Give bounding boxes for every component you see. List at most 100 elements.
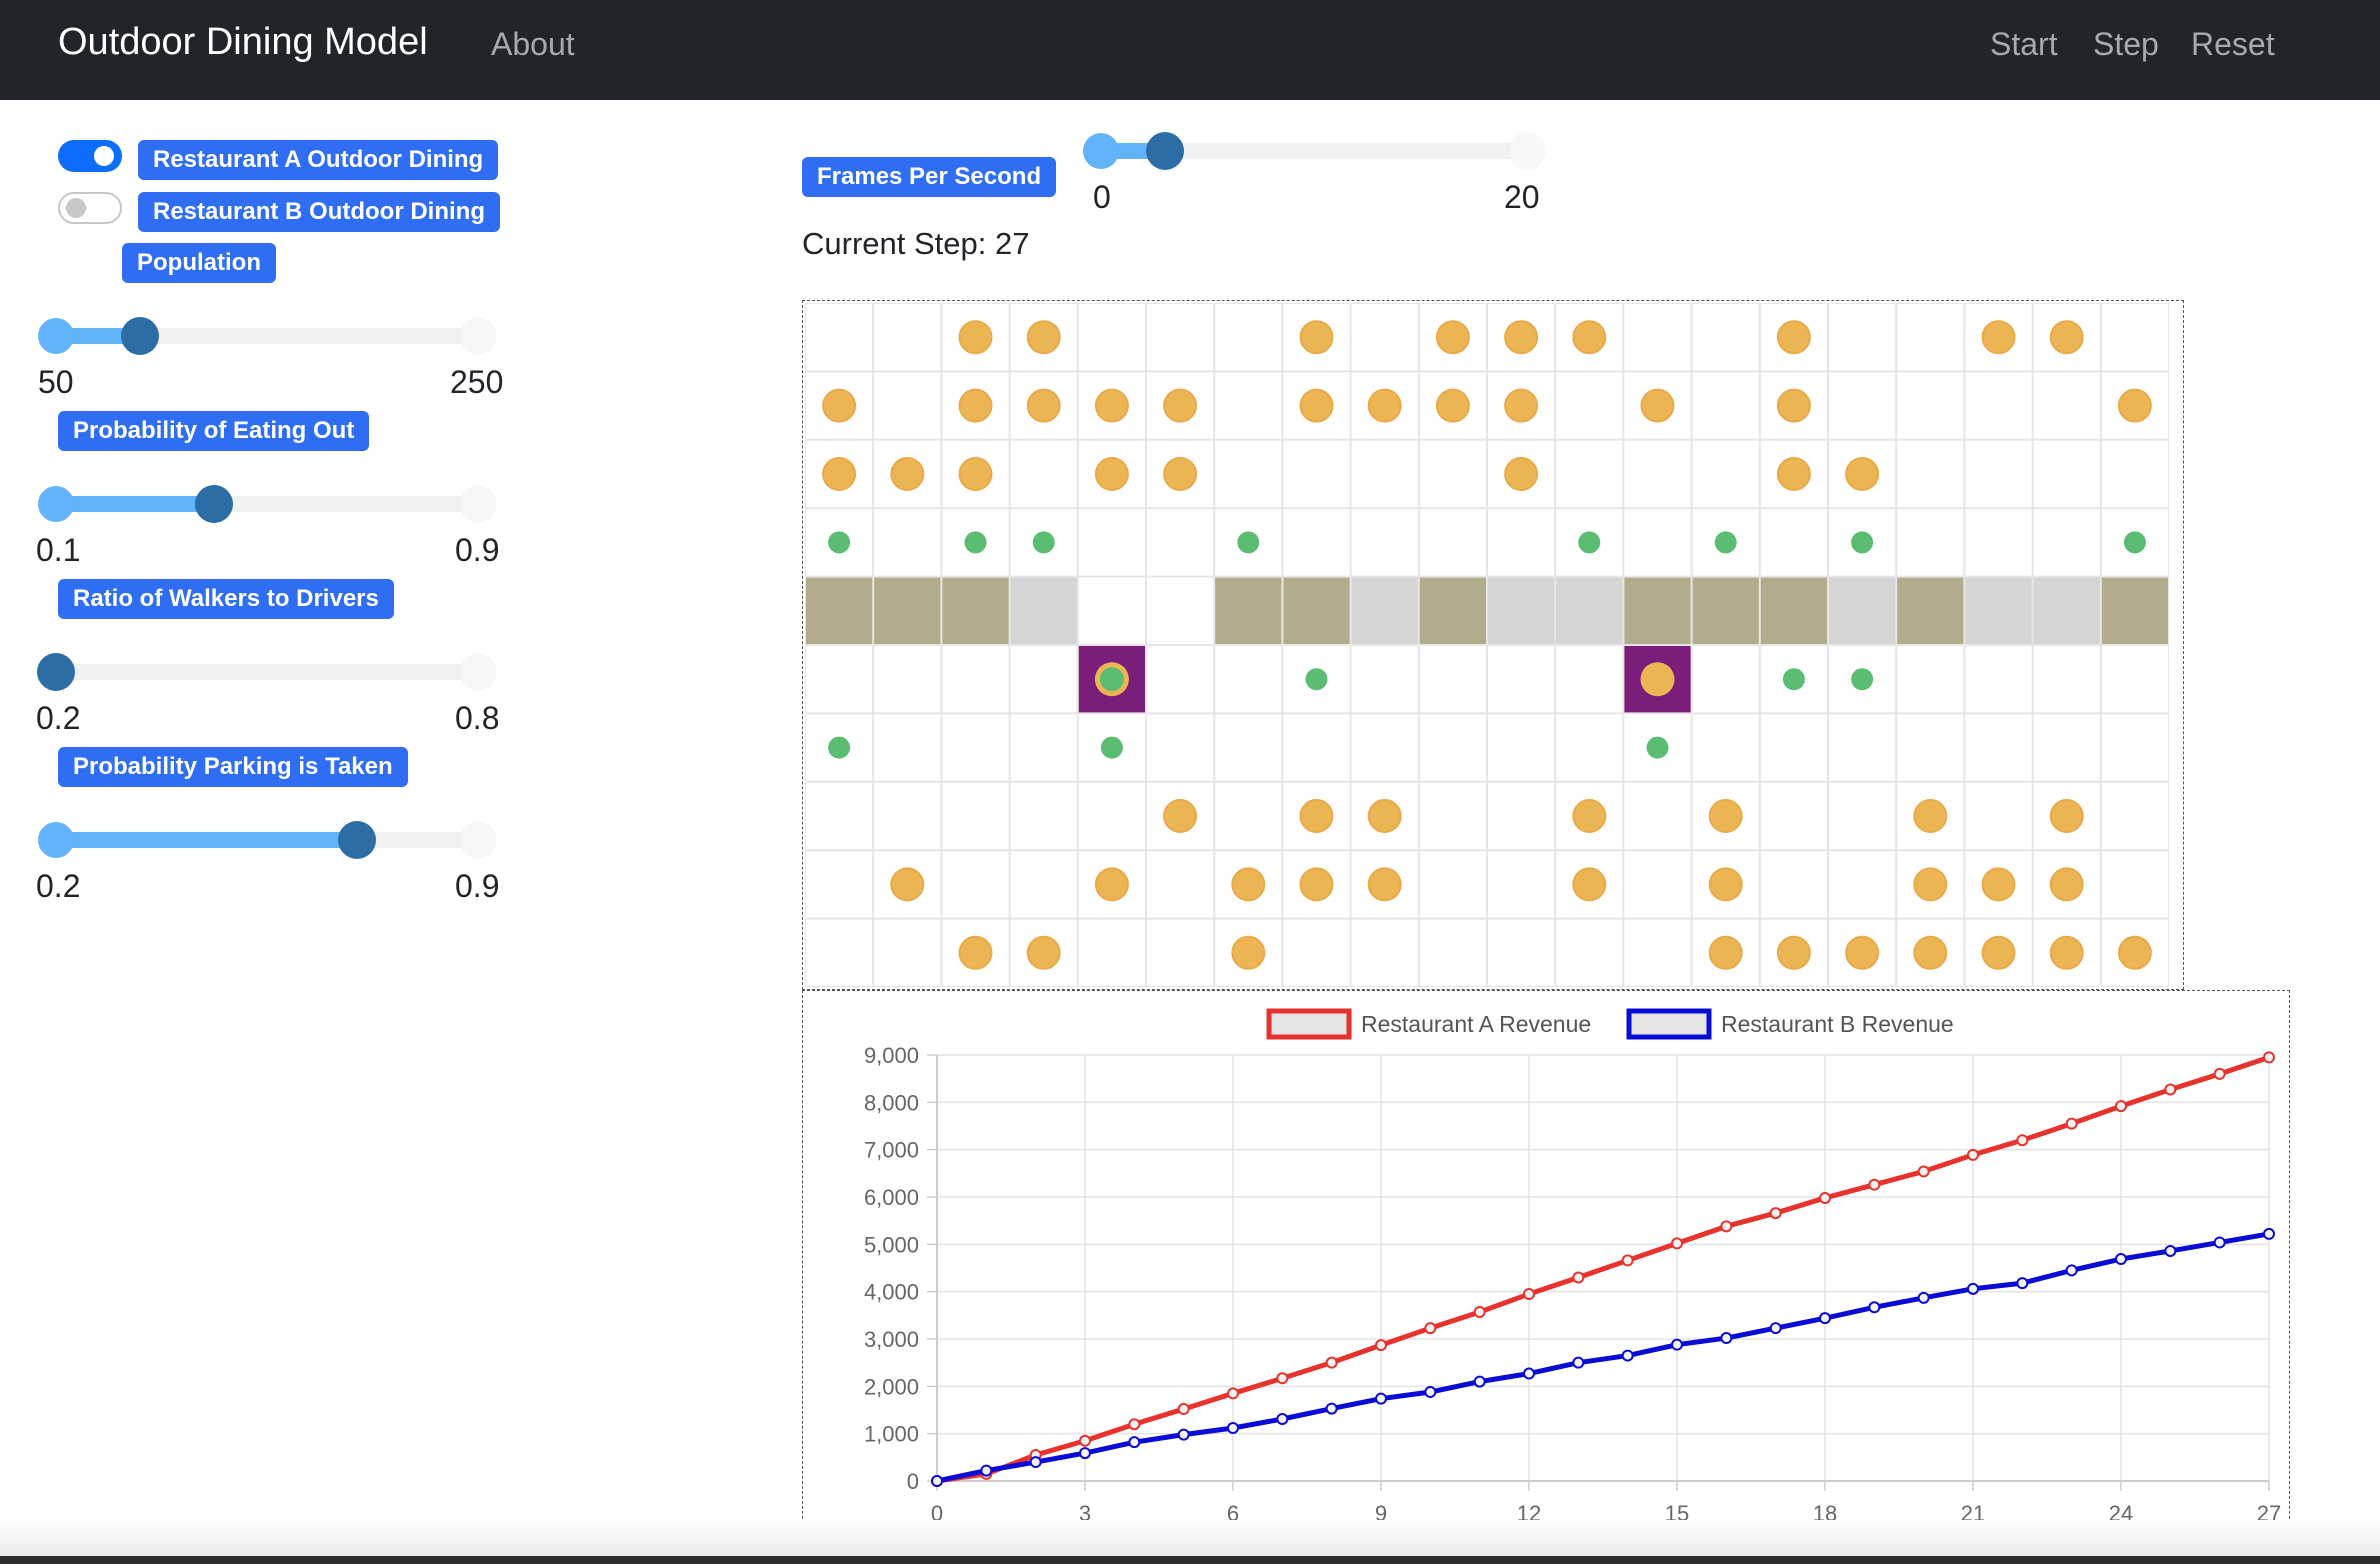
brand-title[interactable]: Outdoor Dining Model [58,21,428,64]
parking-cell [1418,576,1487,645]
current-step: Current Step: 27 [802,226,1030,261]
population-min: 50 [38,364,74,400]
restaurant-a-label: Restaurant A Outdoor Dining [138,140,499,180]
walker-agent [1646,736,1669,759]
diner-agent [1504,457,1539,491]
step-button[interactable]: Step [2093,26,2159,63]
diner-agent [2117,935,2152,970]
slider-handle[interactable] [195,485,234,523]
simulation-grid [802,300,2184,990]
restaurant-b-toggle[interactable] [58,192,122,224]
series-point [1227,1387,1239,1400]
walker-agent [1578,531,1601,554]
series-point [1424,1322,1437,1335]
series-point [2016,1277,2029,1290]
walker-agent [1782,668,1805,691]
eating-out-slider[interactable] [38,485,496,523]
y-tick-label: 6,000 [864,1185,919,1210]
slider-handle[interactable] [1145,132,1184,170]
diner-agent [1708,867,1743,902]
diner-agent [1367,799,1402,833]
walker-agent [1851,668,1874,691]
series-point [1177,1403,1190,1416]
slider-min-dot [38,822,74,858]
diner-agent [1299,867,1334,902]
walkers-ratio-slider[interactable] [37,653,496,691]
nav-about-link[interactable]: About [491,26,575,63]
dock-edge [0,1556,2380,1564]
series-point [2263,1051,2275,1064]
reset-button[interactable]: Reset [2191,26,2275,63]
walker-agent [1100,736,1123,759]
slider-handle[interactable] [338,821,377,859]
parking-cell [1555,576,1624,645]
diner-agent [1094,867,1129,902]
x-tick-label: 27 [2257,1501,2281,1526]
slider-track [38,664,496,680]
series-point [1572,1356,1585,1369]
parking-cell [1759,576,1828,645]
diner-agent [1572,799,1607,833]
diner-agent [1094,388,1129,423]
series-point [1720,1220,1733,1233]
y-tick-label: 4,000 [864,1280,919,1305]
diner-agent [890,457,925,491]
series-point [1967,1148,1979,1161]
grid-canvas [805,303,2169,987]
diner-agent [1845,457,1880,491]
diner-agent [822,457,857,491]
walker-agent [1305,668,1328,691]
slider-min-dot [38,486,74,522]
slider-handle[interactable] [121,317,160,355]
series-point [1424,1386,1437,1399]
series-point [1572,1271,1585,1284]
toggle-knob [94,146,114,166]
x-tick-label: 0 [931,1501,943,1526]
series-point [1917,1291,1930,1304]
parking-taken-slider[interactable] [38,821,496,859]
eating-out-min: 0.1 [36,532,81,568]
series-point [1029,1456,1042,1469]
walkers-ratio-label: Ratio of Walkers to Drivers [58,579,394,619]
series-point [1868,1178,1881,1191]
walker-agent [1237,531,1260,554]
diner-agent [1981,935,2016,970]
walker-agent [1851,531,1874,554]
diner-agent [1504,388,1539,423]
y-tick-label: 5,000 [864,1232,919,1257]
fps-slider[interactable] [1083,132,1545,170]
parking-cell [1282,576,1351,645]
diner-agent [1776,935,1811,970]
diner-agent [1776,457,1811,491]
diner-agent [1299,320,1334,355]
diner-agent [1435,320,1470,355]
diner-agent [2049,867,2084,902]
restaurant-a-toggle[interactable] [58,140,122,172]
diner-agent [958,320,993,355]
series-point [1523,1288,1535,1301]
series-point [1967,1282,1979,1295]
series-point [2065,1264,2078,1277]
y-tick-label: 1,000 [864,1422,919,1447]
series-point [1079,1434,1091,1447]
slider-min-dot [38,318,74,354]
diner-agent [1504,320,1539,355]
slider-fill [38,832,358,848]
walker-agent [828,736,851,759]
diner-agent [958,388,993,423]
diner-agent [1094,457,1129,491]
series-point [931,1475,943,1487]
diner-agent [1231,867,1266,902]
diner-agent [958,935,993,970]
x-tick-label: 9 [1375,1501,1387,1526]
slider-max-dot [460,654,496,690]
slider-handle[interactable] [37,653,75,691]
parking-cell [1077,576,1146,645]
start-button[interactable]: Start [1990,26,2058,63]
series-point [1128,1436,1141,1449]
series-point [1325,1356,1338,1369]
parking-cell [1009,576,1078,645]
population-slider[interactable] [38,317,496,355]
diner-agent [1299,799,1334,833]
walker-agent [964,531,987,554]
